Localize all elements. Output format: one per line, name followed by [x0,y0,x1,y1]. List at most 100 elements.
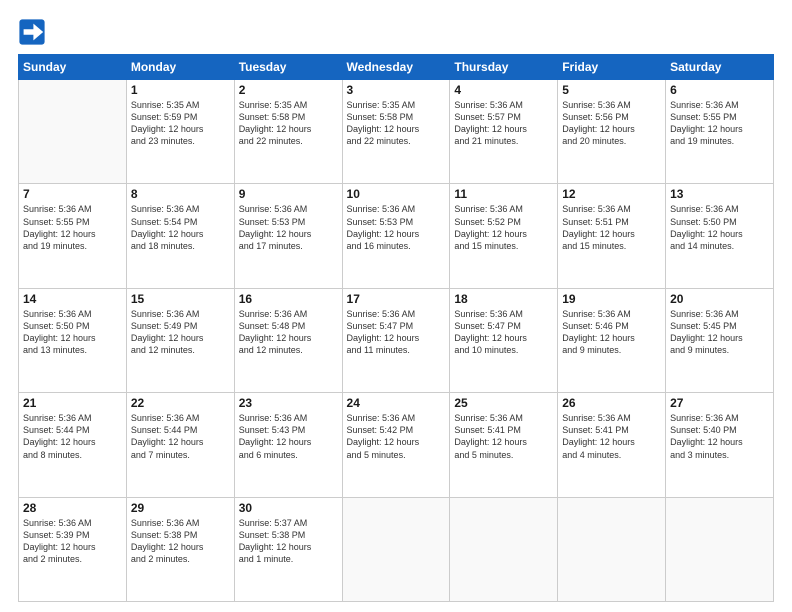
day-info: Sunrise: 5:36 AM Sunset: 5:45 PM Dayligh… [670,308,769,357]
day-info: Sunrise: 5:36 AM Sunset: 5:49 PM Dayligh… [131,308,230,357]
day-number: 16 [239,292,338,306]
table-row: 13 Sunrise: 5:36 AM Sunset: 5:50 PM Dayli… [666,184,774,288]
table-row: 14Sunrise: 5:36 AM Sunset: 5:50 PM Dayli… [19,288,127,392]
day-info: Sunrise: 5:36 AM Sunset: 5:44 PM Dayligh… [131,412,230,461]
day-info: Sunrise: 5:36 AM Sunset: 5:50 PM Dayligh… [670,203,769,252]
day-number: 26 [562,396,661,410]
day-info: Sunrise: 5:36 AM Sunset: 5:38 PM Dayligh… [131,517,230,566]
day-number: 5 [562,83,661,97]
day-info: Sunrise: 5:36 AM Sunset: 5:52 PM Dayligh… [454,203,553,252]
day-number: 1 [131,83,230,97]
day-info: Sunrise: 5:35 AM Sunset: 5:59 PM Dayligh… [131,99,230,148]
day-number: 23 [239,396,338,410]
day-number: 24 [347,396,446,410]
day-info: Sunrise: 5:36 AM Sunset: 5:40 PM Dayligh… [670,412,769,461]
day-number: 7 [23,187,122,201]
calendar-week-row: 7 Sunrise: 5:36 AM Sunset: 5:55 PM Daylig… [19,184,774,288]
day-number: 17 [347,292,446,306]
day-number: 22 [131,396,230,410]
table-row: 25 Sunrise: 5:36 AM Sunset: 5:41 PM Dayli… [450,393,558,497]
day-info: Sunrise: 5:35 AM Sunset: 5:58 PM Dayligh… [347,99,446,148]
table-row: 30Sunrise: 5:37 AM Sunset: 5:38 PM Dayli… [234,497,342,601]
day-number: 12 [562,187,661,201]
day-info: Sunrise: 5:36 AM Sunset: 5:51 PM Dayligh… [562,203,661,252]
col-thursday: Thursday [450,55,558,80]
table-row: 3 Sunrise: 5:35 AM Sunset: 5:58 PM Daylig… [342,80,450,184]
col-sunday: Sunday [19,55,127,80]
col-wednesday: Wednesday [342,55,450,80]
table-row: 15 Sunrise: 5:36 AM Sunset: 5:49 PM Dayli… [126,288,234,392]
col-friday: Friday [558,55,666,80]
day-info: Sunrise: 5:36 AM Sunset: 5:55 PM Dayligh… [23,203,122,252]
day-number: 27 [670,396,769,410]
day-info: Sunrise: 5:36 AM Sunset: 5:39 PM Dayligh… [23,517,122,566]
day-info: Sunrise: 5:36 AM Sunset: 5:54 PM Dayligh… [131,203,230,252]
table-row: 29 Sunrise: 5:36 AM Sunset: 5:38 PM Dayli… [126,497,234,601]
day-number: 29 [131,501,230,515]
table-row: 24 Sunrise: 5:36 AM Sunset: 5:42 PM Dayli… [342,393,450,497]
table-row: 5 Sunrise: 5:36 AM Sunset: 5:56 PM Daylig… [558,80,666,184]
day-info: Sunrise: 5:36 AM Sunset: 5:56 PM Dayligh… [562,99,661,148]
table-row [19,80,127,184]
day-info: Sunrise: 5:36 AM Sunset: 5:43 PM Dayligh… [239,412,338,461]
table-row [342,497,450,601]
table-row: 21 Sunrise: 5:36 AM Sunset: 5:44 PM Dayli… [19,393,127,497]
day-number: 21 [23,396,122,410]
day-number: 8 [131,187,230,201]
header [18,18,774,46]
day-info: Sunrise: 5:36 AM Sunset: 5:44 PM Dayligh… [23,412,122,461]
table-row: 17 Sunrise: 5:36 AM Sunset: 5:47 PM Dayli… [342,288,450,392]
day-number: 18 [454,292,553,306]
day-number: 30 [239,501,338,515]
calendar-header-row: Sunday Monday Tuesday Wednesday Thursday… [19,55,774,80]
table-row [666,497,774,601]
day-number: 2 [239,83,338,97]
day-info: Sunrise: 5:36 AM Sunset: 5:42 PM Dayligh… [347,412,446,461]
day-number: 15 [131,292,230,306]
day-number: 4 [454,83,553,97]
table-row: 22 Sunrise: 5:36 AM Sunset: 5:44 PM Dayli… [126,393,234,497]
table-row: 1 Sunrise: 5:35 AM Sunset: 5:59 PM Daylig… [126,80,234,184]
table-row: 16Sunrise: 5:36 AM Sunset: 5:48 PM Dayli… [234,288,342,392]
day-number: 25 [454,396,553,410]
day-number: 3 [347,83,446,97]
day-number: 9 [239,187,338,201]
table-row: 19 Sunrise: 5:36 AM Sunset: 5:46 PM Dayli… [558,288,666,392]
calendar-week-row: 21 Sunrise: 5:36 AM Sunset: 5:44 PM Dayli… [19,393,774,497]
page: Sunday Monday Tuesday Wednesday Thursday… [0,0,792,612]
day-info: Sunrise: 5:36 AM Sunset: 5:47 PM Dayligh… [454,308,553,357]
table-row: 4 Sunrise: 5:36 AM Sunset: 5:57 PM Daylig… [450,80,558,184]
day-info: Sunrise: 5:36 AM Sunset: 5:41 PM Dayligh… [454,412,553,461]
day-number: 20 [670,292,769,306]
table-row [450,497,558,601]
table-row: 2Sunrise: 5:35 AM Sunset: 5:58 PM Daylig… [234,80,342,184]
table-row: 9 Sunrise: 5:36 AM Sunset: 5:53 PM Daylig… [234,184,342,288]
col-tuesday: Tuesday [234,55,342,80]
day-number: 11 [454,187,553,201]
table-row: 10Sunrise: 5:36 AM Sunset: 5:53 PM Dayli… [342,184,450,288]
day-info: Sunrise: 5:36 AM Sunset: 5:50 PM Dayligh… [23,308,122,357]
table-row: 7 Sunrise: 5:36 AM Sunset: 5:55 PM Daylig… [19,184,127,288]
table-row: 26 Sunrise: 5:36 AM Sunset: 5:41 PM Dayli… [558,393,666,497]
calendar-week-row: 28Sunrise: 5:36 AM Sunset: 5:39 PM Dayli… [19,497,774,601]
calendar-table: Sunday Monday Tuesday Wednesday Thursday… [18,54,774,602]
table-row: 8 Sunrise: 5:36 AM Sunset: 5:54 PM Daylig… [126,184,234,288]
table-row: 23 Sunrise: 5:36 AM Sunset: 5:43 PM Dayli… [234,393,342,497]
logo [18,18,50,46]
day-info: Sunrise: 5:36 AM Sunset: 5:46 PM Dayligh… [562,308,661,357]
day-info: Sunrise: 5:36 AM Sunset: 5:53 PM Dayligh… [239,203,338,252]
day-info: Sunrise: 5:36 AM Sunset: 5:57 PM Dayligh… [454,99,553,148]
col-saturday: Saturday [666,55,774,80]
day-number: 19 [562,292,661,306]
calendar-week-row: 14Sunrise: 5:36 AM Sunset: 5:50 PM Dayli… [19,288,774,392]
table-row: 20 Sunrise: 5:36 AM Sunset: 5:45 PM Dayli… [666,288,774,392]
day-number: 10 [347,187,446,201]
day-info: Sunrise: 5:36 AM Sunset: 5:55 PM Dayligh… [670,99,769,148]
day-number: 6 [670,83,769,97]
day-number: 13 [670,187,769,201]
table-row: 27 Sunrise: 5:36 AM Sunset: 5:40 PM Dayli… [666,393,774,497]
table-row [558,497,666,601]
day-info: Sunrise: 5:36 AM Sunset: 5:47 PM Dayligh… [347,308,446,357]
table-row: 28Sunrise: 5:36 AM Sunset: 5:39 PM Dayli… [19,497,127,601]
day-info: Sunrise: 5:36 AM Sunset: 5:41 PM Dayligh… [562,412,661,461]
